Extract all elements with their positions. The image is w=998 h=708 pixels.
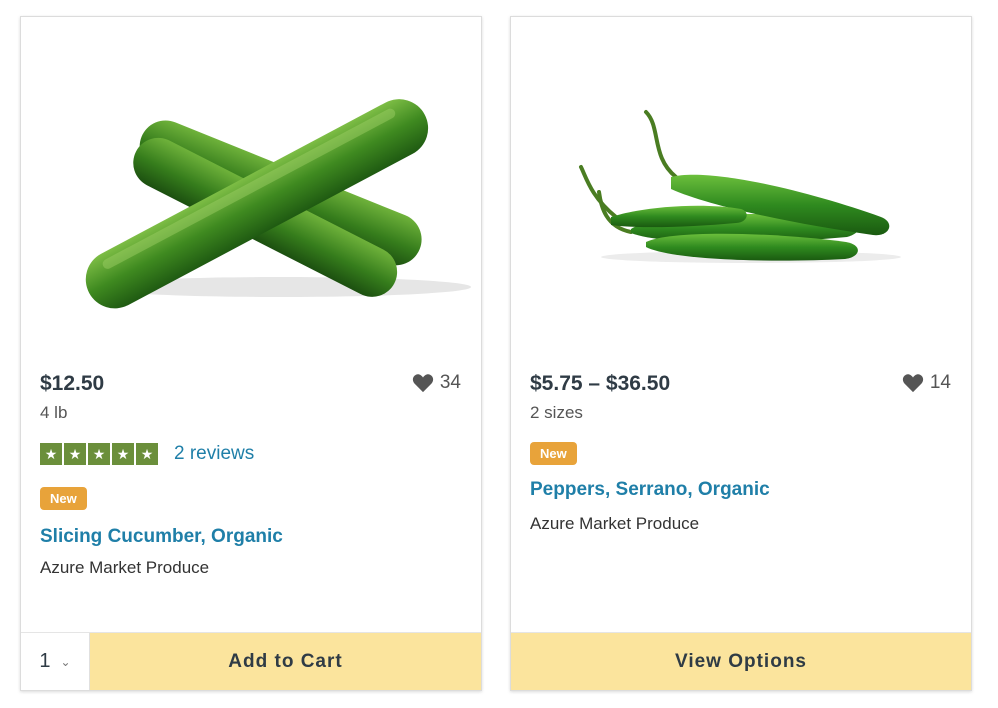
card-actions: View Options [511,632,971,690]
vendor-name: Azure Market Produce [40,558,210,577]
product-name-link[interactable]: Slicing Cucumber, Organic [40,526,283,548]
new-badge: New [40,487,87,510]
star-icon: ★ [136,443,158,465]
product-rating: ★ ★ ★ ★ ★ 2 reviews [40,443,254,465]
product-card-serrano[interactable]: $5.75 – $36.50 14 2 sizes New Peppers, S… [510,16,972,691]
quantity-value: 1 [39,650,51,672]
favorite-button[interactable]: 34 [412,372,461,394]
product-card-cucumber[interactable]: $12.50 34 4 lb ★ ★ ★ ★ ★ 2 reviews New S… [20,16,482,691]
view-options-button[interactable]: View Options [511,633,971,690]
new-badge: New [530,442,577,465]
product-sizes: 2 sizes [530,403,583,422]
favorite-count: 34 [439,372,461,393]
heart-icon [902,374,923,393]
vendor-name: Azure Market Produce [530,514,700,533]
favorite-button[interactable]: 14 [902,372,951,394]
star-icon: ★ [112,443,134,465]
chevron-down-icon: ⌄ [60,654,71,669]
star-icon: ★ [40,443,62,465]
star-icon: ★ [64,443,86,465]
card-actions: 1 ⌄ Add to Cart [21,632,481,690]
heart-icon [412,374,433,393]
star-icon: ★ [88,443,110,465]
star-rating: ★ ★ ★ ★ ★ [40,443,160,465]
cucumber-image[interactable] [21,17,481,357]
add-to-cart-button[interactable]: Add to Cart [90,633,481,690]
quantity-select[interactable]: 1 ⌄ [21,633,90,690]
product-name-link[interactable]: Peppers, Serrano, Organic [530,479,770,501]
reviews-link[interactable]: 2 reviews [174,443,254,465]
product-unit: 4 lb [40,403,68,422]
serrano-pepper-image[interactable] [511,17,971,357]
product-price: $12.50 [40,372,105,395]
favorite-count: 14 [929,372,951,393]
product-price: $5.75 – $36.50 [530,372,671,395]
